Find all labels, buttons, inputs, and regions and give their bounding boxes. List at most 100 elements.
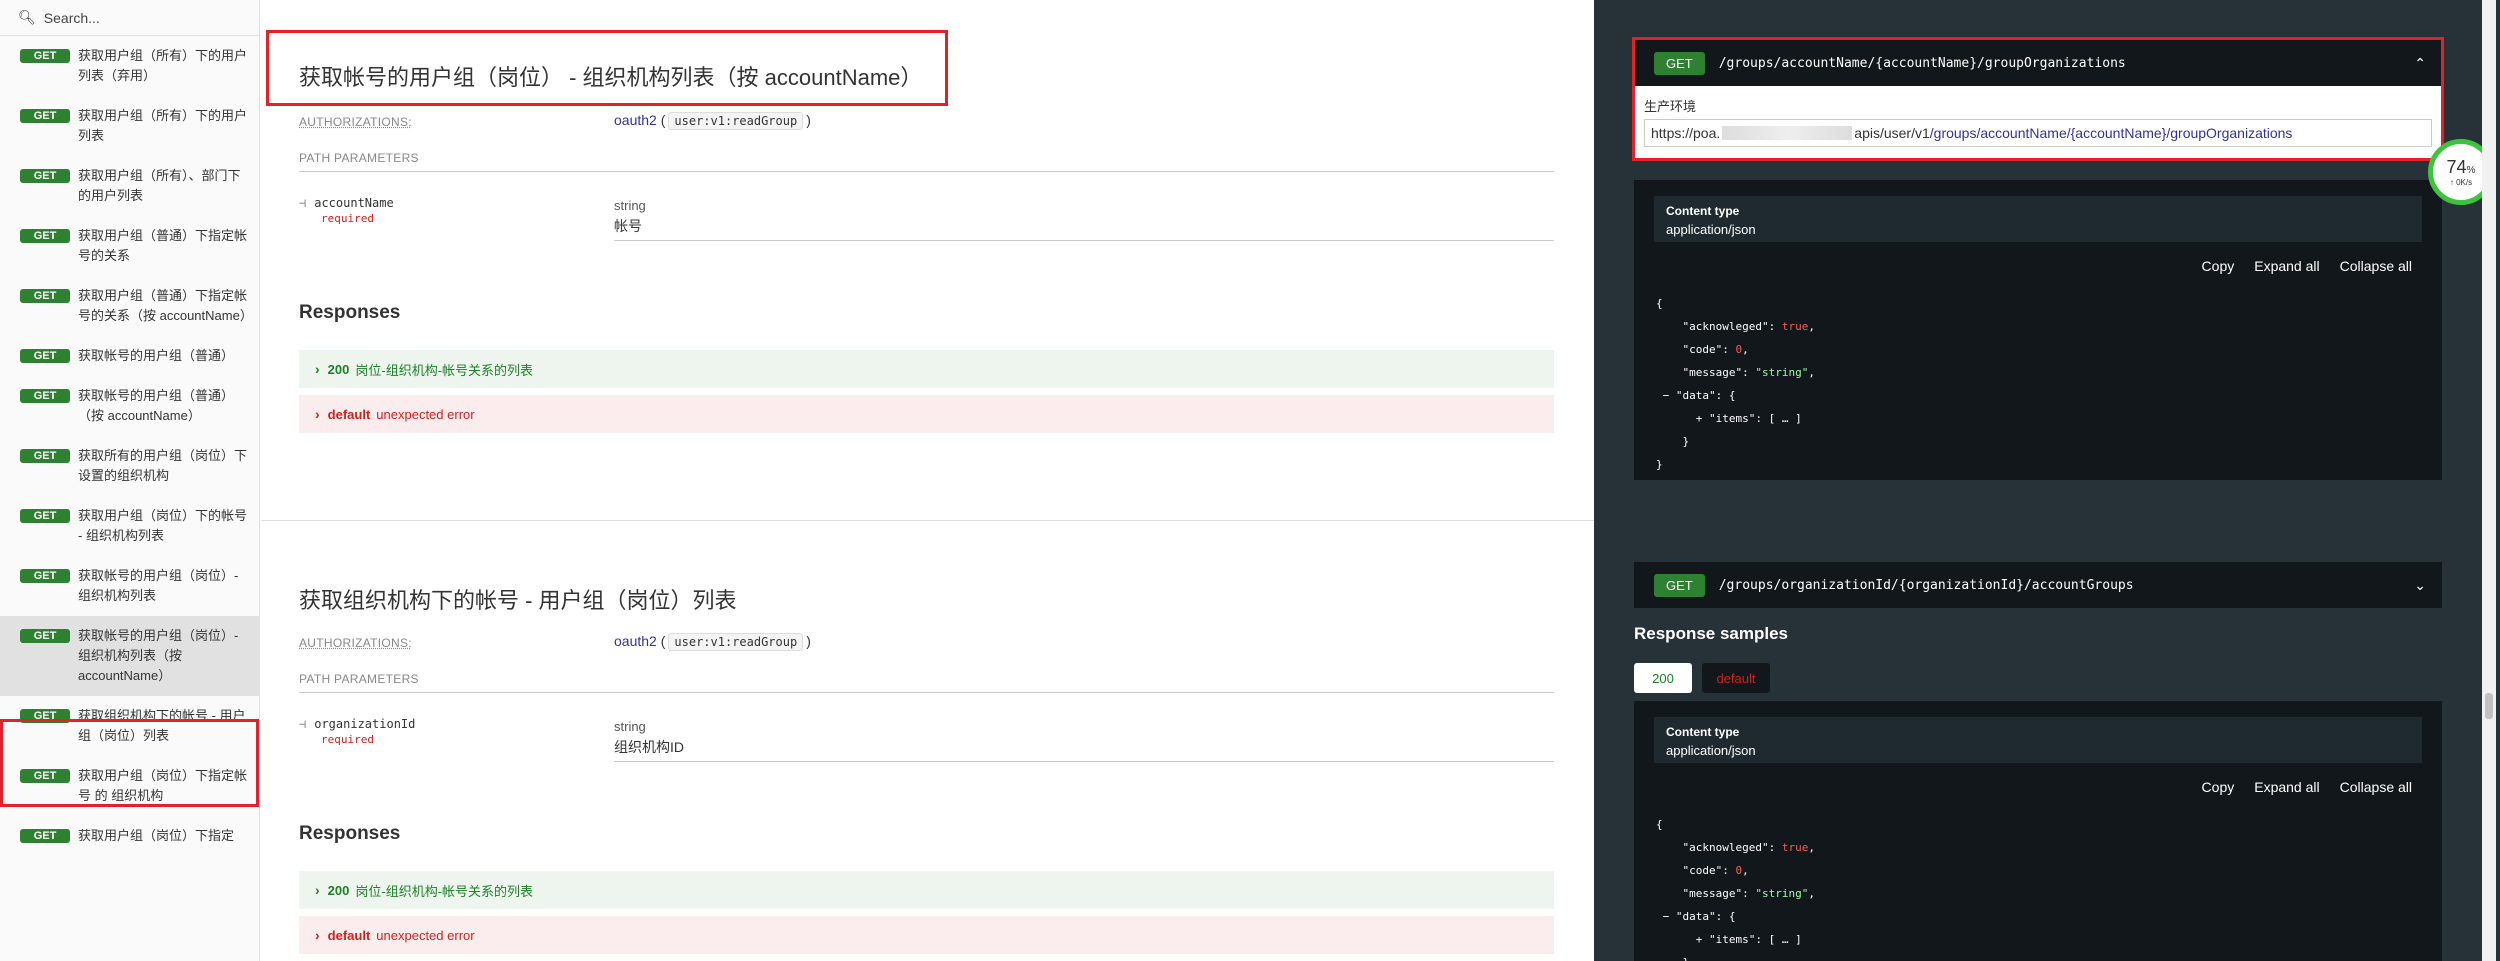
search-input[interactable]: Search... <box>44 10 100 26</box>
sidebar-item[interactable]: GET 获取用户组（所有）、部门下的用户列表 <box>0 156 259 216</box>
response-200[interactable]: › 200 岗位-组织机构-帐号关系的列表 <box>299 871 1554 909</box>
authorizations-row: AUTHORIZATIONS: oauth2 (user:v1:readGrou… <box>299 112 1554 130</box>
method-badge: GET <box>20 49 70 63</box>
param-description: 组织机构ID <box>614 739 684 755</box>
json-sample: { "acknowleged": true, "code": 0, "messa… <box>1656 818 1815 961</box>
responses-title: Responses <box>299 823 401 844</box>
sidebar-item-label: 获取用户组（岗位）下的帐号 - 组织机构列表 <box>78 508 248 543</box>
chevron-right-icon: › <box>315 406 320 422</box>
response-default[interactable]: › default unexpected error <box>299 916 1554 954</box>
param-arrow-icon: ⊣ <box>299 196 307 210</box>
sidebar-item[interactable]: GET 获取用户组（岗位）下指定 <box>0 816 259 856</box>
operation-section: 获取帐号的用户组（岗位） - 组织机构列表（按 accountName） AUT… <box>261 0 1594 520</box>
method-badge: GET <box>20 389 70 403</box>
sidebar: 🔍︎ Search... GET 获取用户组（所有）下的用户列表（弃用） GET 获… <box>0 0 260 961</box>
sidebar-item-label: 获取所有的用户组（岗位）下设置的组织机构 <box>78 448 248 483</box>
copy-button[interactable]: Copy <box>2202 779 2235 795</box>
json-sample: { "acknowleged": true, "code": 0, "messa… <box>1656 297 1815 471</box>
sidebar-item[interactable]: GET 获取组织机构下的帐号 - 用户组（岗位）列表 <box>0 696 259 756</box>
param-name: ⊣ organizationId <box>299 717 416 731</box>
param-type: string <box>614 198 646 213</box>
method-badge: GET <box>20 709 70 723</box>
expand-all-button[interactable]: Expand all <box>2254 779 2319 795</box>
sidebar-item[interactable]: GET 获取所有的用户组（岗位）下设置的组织机构 <box>0 436 259 496</box>
auth-scheme-link[interactable]: oauth2 <box>614 633 657 649</box>
sidebar-item-label: 获取用户组（普通）下指定帐号的关系（按 accountName） <box>78 288 253 323</box>
sidebar-item[interactable]: GET 获取用户组（所有）下的用户列表（弃用） <box>0 36 259 96</box>
response-default[interactable]: › default unexpected error <box>299 395 1554 433</box>
response-200[interactable]: › 200 岗位-组织机构-帐号关系的列表 <box>299 350 1554 388</box>
sidebar-item[interactable]: GET 获取帐号的用户组（岗位）- 组织机构列表 <box>0 556 259 616</box>
auth-scheme-link[interactable]: oauth2 <box>614 112 657 128</box>
sidebar-item-label: 获取用户组（所有）下的用户列表（弃用） <box>78 48 248 83</box>
method-badge: GET <box>20 629 70 643</box>
response-samples-title: Response samples <box>1634 624 1789 643</box>
sidebar-item-label: 获取帐号的用户组（普通） <box>78 348 235 363</box>
method-badge: GET <box>20 289 70 303</box>
content-type-value: application/json <box>1666 222 1756 237</box>
copy-button[interactable]: Copy <box>2202 258 2235 274</box>
endpoint-toggle[interactable]: GET /groups/organizationId/{organization… <box>1634 562 2442 608</box>
sidebar-item-active[interactable]: GET 获取帐号的用户组（岗位）- 组织机构列表（按 accountName） <box>0 616 259 696</box>
collapse-all-button[interactable]: Collapse all <box>2340 258 2412 274</box>
path-parameters-header: PATH PARAMETERS <box>299 151 1554 172</box>
path-parameters-header: PATH PARAMETERS <box>299 672 1554 693</box>
path-parameter: ⊣ accountName required string 帐号 <box>299 196 1554 256</box>
content-type-label: Content type <box>1666 204 1740 218</box>
redacted-block <box>1722 126 1853 140</box>
chevron-right-icon: › <box>315 882 320 898</box>
app-root: 🔍︎ Search... GET 获取用户组（所有）下的用户列表（弃用） GET 获… <box>0 0 2500 961</box>
content-type-value: application/json <box>1666 743 1756 758</box>
sidebar-item[interactable]: GET 获取用户组（普通）下指定帐号的关系（按 accountName） <box>0 276 259 336</box>
sidebar-item[interactable]: GET 获取用户组（所有）下的用户列表 <box>0 96 259 156</box>
sidebar-item[interactable]: GET 获取用户组（岗位）下的帐号 - 组织机构列表 <box>0 496 259 556</box>
authorizations-row: AUTHORIZATIONS: oauth2 (user:v1:readGrou… <box>299 633 1554 651</box>
method-badge: GET <box>20 769 70 783</box>
widget-rate: ↑ 0K/s <box>2449 178 2473 187</box>
tab-default[interactable]: default <box>1702 663 1770 693</box>
endpoint-path: /groups/accountName/{accountName}/groupO… <box>1718 55 2126 71</box>
sidebar-item[interactable]: GET 获取用户组（普通）下指定帐号的关系 <box>0 216 259 276</box>
sample-actions: Copy Expand all Collapse all <box>2202 258 2412 274</box>
expand-all-button[interactable]: Expand all <box>2254 258 2319 274</box>
method-badge: GET <box>20 509 70 523</box>
content-type-box: Content type application/json <box>1654 717 2422 763</box>
server-env-label: 生产环境 <box>1644 99 1697 114</box>
sidebar-item-label: 获取帐号的用户组（普通）（按 accountName） <box>78 388 235 423</box>
sidebar-item[interactable]: GET 获取用户组（岗位）下指定帐号 的 组织机构 <box>0 756 259 816</box>
auth-value: oauth2 (user:v1:readGroup) <box>614 633 811 651</box>
collapse-all-button[interactable]: Collapse all <box>2340 779 2412 795</box>
chevron-up-icon: ⌃ <box>2414 54 2426 71</box>
tab-200[interactable]: 200 <box>1634 663 1692 693</box>
method-badge: GET <box>20 349 70 363</box>
scrollbar[interactable] <box>2482 0 2496 961</box>
scrollbar-thumb[interactable] <box>2485 693 2493 719</box>
param-divider <box>614 240 1554 241</box>
param-description: 帐号 <box>614 218 642 234</box>
content-type-label: Content type <box>1666 725 1740 739</box>
endpoint-toggle[interactable]: GET /groups/accountName/{accountName}/gr… <box>1634 40 2442 86</box>
operation-title: 获取帐号的用户组（岗位） - 组织机构列表（按 accountName） <box>299 65 923 90</box>
sample-actions: Copy Expand all Collapse all <box>2202 779 2412 795</box>
chevron-right-icon: › <box>315 361 320 377</box>
param-arrow-icon: ⊣ <box>299 717 307 731</box>
authorizations-label: AUTHORIZATIONS: <box>299 115 412 129</box>
sidebar-item[interactable]: GET 获取帐号的用户组（普通）（按 accountName） <box>0 376 259 436</box>
auth-scope: user:v1:readGroup <box>668 112 804 130</box>
main-content: 获取帐号的用户组（岗位） - 组织机构列表（按 accountName） AUT… <box>261 0 1594 961</box>
param-divider <box>614 761 1554 762</box>
sidebar-item-label: 获取用户组（岗位）下指定帐号 的 组织机构 <box>78 768 248 803</box>
right-panel: GET /groups/accountName/{accountName}/gr… <box>1594 0 2500 961</box>
sidebar-item[interactable]: GET 获取帐号的用户组（普通） <box>0 336 259 376</box>
method-badge: GET <box>20 829 70 843</box>
method-badge: GET <box>20 569 70 583</box>
operation-section: 获取组织机构下的帐号 - 用户组（岗位）列表 AUTHORIZATIONS: o… <box>261 521 1594 961</box>
method-badge: GET <box>20 229 70 243</box>
chevron-right-icon: › <box>315 927 320 943</box>
method-badge: GET <box>1654 51 1705 75</box>
sidebar-item-label: 获取帐号的用户组（岗位）- 组织机构列表 <box>78 568 239 603</box>
search-icon: 🔍︎ <box>18 9 36 25</box>
server-url[interactable]: https://poa. apis/user/v1/groups/accountN… <box>1644 119 2432 147</box>
search-bar[interactable]: 🔍︎ Search... <box>0 0 259 36</box>
sidebar-item-label: 获取用户组（所有）下的用户列表 <box>78 108 248 143</box>
